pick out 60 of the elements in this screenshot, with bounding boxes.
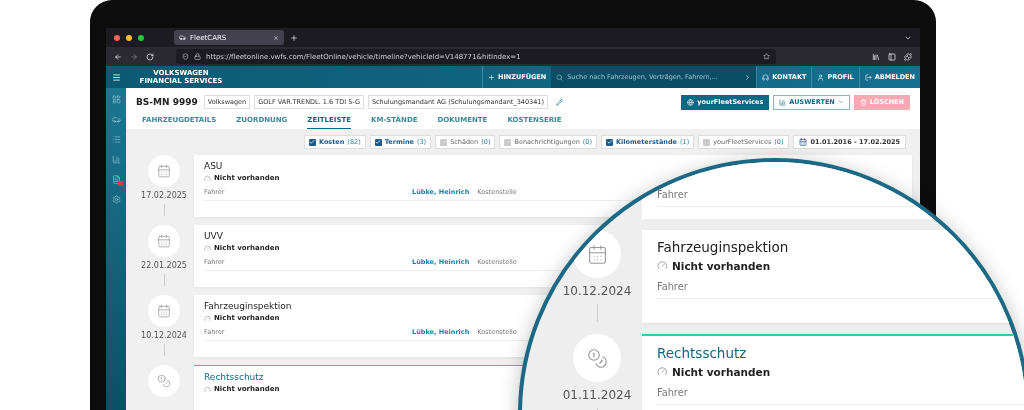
mileage-status: Nicht vorhanden	[672, 365, 771, 378]
logout-icon	[864, 73, 872, 81]
calendar-icon	[157, 304, 171, 318]
headset-icon	[762, 73, 770, 81]
car-icon[interactable]	[111, 115, 121, 124]
bar-chart-icon	[779, 98, 787, 106]
shield-icon	[182, 53, 189, 60]
new-tab-icon[interactable]	[290, 33, 298, 42]
star-icon[interactable]	[763, 53, 770, 60]
driver-label: Fahrer	[657, 189, 689, 200]
back-icon[interactable]	[114, 52, 122, 61]
window-close-icon[interactable]	[114, 34, 120, 41]
menu-icon[interactable]	[112, 72, 121, 82]
edit-icon[interactable]	[556, 98, 563, 106]
gauge-icon	[204, 174, 211, 182]
library-icon[interactable]	[872, 52, 880, 61]
event-title: UVV	[204, 231, 224, 241]
plus-icon	[488, 73, 495, 81]
gauge-icon	[204, 385, 211, 393]
event-title: Fahrzeuginspektion	[204, 301, 293, 311]
calendar-icon	[157, 164, 171, 178]
reload-icon[interactable]	[146, 52, 154, 61]
coins-icon	[586, 347, 608, 369]
event-title: Fahrzeuginspektion	[657, 239, 790, 255]
user-icon	[817, 73, 825, 81]
timeline-date: 22.01.2025	[141, 261, 187, 270]
mileage-status: Nicht vorhanden	[672, 259, 771, 272]
car-icon	[179, 34, 186, 41]
timeline-card[interactable]: Rechtsschutz Nicht vorhanden Fahrer	[642, 334, 1024, 410]
gauge-icon	[204, 314, 211, 322]
gauge-icon	[204, 244, 211, 252]
calendar-icon	[157, 234, 171, 248]
lock-icon	[194, 53, 201, 60]
extensions-icon[interactable]	[904, 52, 912, 61]
timeline-date: 10.12.2024	[141, 331, 187, 340]
notification-badge	[117, 181, 123, 186]
license-plate: BS-MN 9999	[136, 97, 198, 107]
driver-label: Fahrer	[657, 386, 689, 398]
timeline-date: 17.02.2025	[141, 191, 187, 200]
window-maximize-icon[interactable]	[138, 34, 144, 41]
gauge-icon	[657, 260, 668, 271]
timeline-date: 01.11.2024	[562, 388, 632, 402]
check-icon	[606, 139, 613, 145]
caret-icon	[837, 99, 844, 105]
window-minimize-icon[interactable]	[126, 34, 132, 41]
gauge-icon	[657, 366, 668, 377]
calendar-icon	[798, 138, 807, 146]
event-title: ASU	[204, 161, 224, 171]
trash-icon	[859, 98, 867, 106]
sidebar-icon[interactable]	[888, 52, 896, 61]
close-icon[interactable]	[273, 34, 279, 41]
globe-icon	[687, 98, 695, 106]
timeline-date: 10.12.2024	[562, 284, 632, 298]
coins-icon	[157, 374, 171, 388]
calendar-icon	[586, 243, 608, 265]
search-icon	[556, 73, 564, 81]
check-icon	[309, 139, 316, 145]
event-title: Rechtsschutz	[657, 345, 748, 361]
chevron-right-icon	[744, 73, 752, 81]
check-icon	[375, 139, 382, 145]
